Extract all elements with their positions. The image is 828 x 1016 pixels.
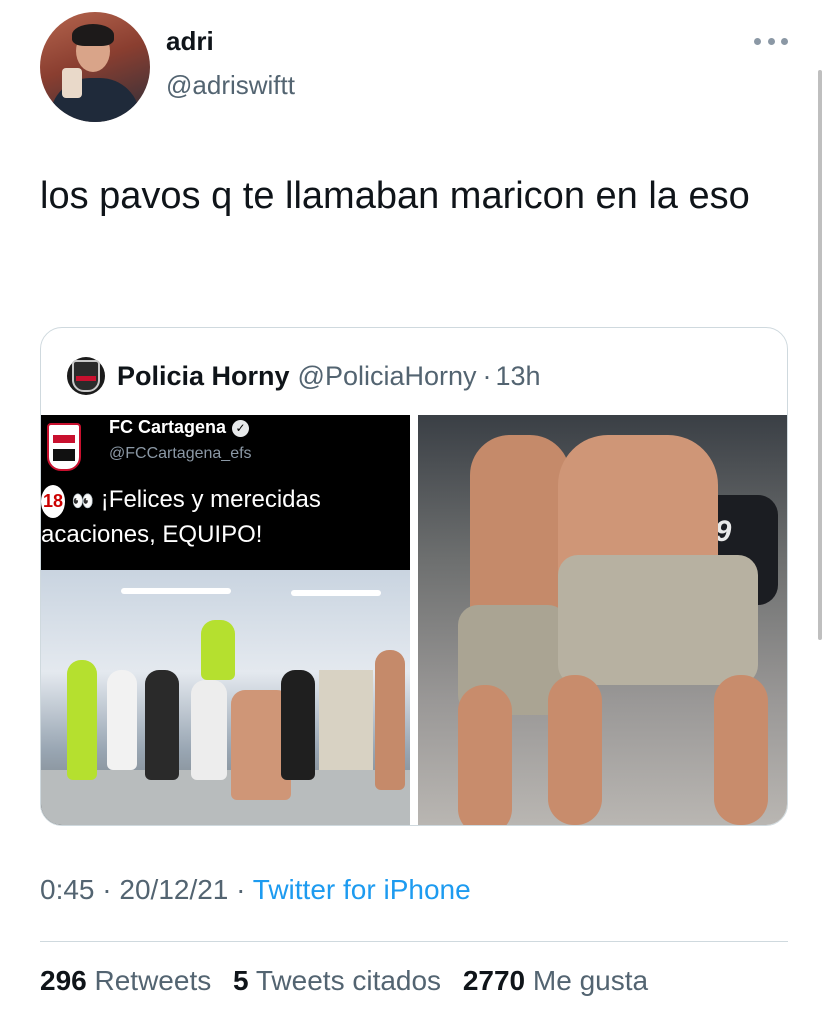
likes-stat[interactable]: 2770 Me gusta xyxy=(463,965,648,996)
ceiling-light xyxy=(121,588,231,594)
locker-room-floor xyxy=(41,770,410,825)
player xyxy=(201,620,235,680)
meta-separator: · xyxy=(236,874,246,905)
tweet-time: 0:45 xyxy=(40,874,95,905)
quoted-author-avatar[interactable] xyxy=(67,357,105,395)
player xyxy=(191,680,227,780)
author-handle[interactable]: @adriswiftt xyxy=(166,70,295,101)
quoted-author-handle[interactable]: @PoliciaHorny xyxy=(298,361,477,392)
verified-badge-icon: ✓ xyxy=(232,420,250,437)
quoted-tweet-header: Policia Horny @PoliciaHorny · 13h xyxy=(67,354,541,398)
player-leg xyxy=(458,685,512,825)
quoted-image-right[interactable]: 19 xyxy=(418,415,787,825)
tweet-stats: 296 Retweets 5 Tweets citados 2770 Me gu… xyxy=(40,965,648,997)
eyes-emoji: 👀 xyxy=(71,491,95,511)
fc-post-text: 18 👀 ¡Felices y merecidas acaciones, EQU… xyxy=(41,483,410,551)
fc-account-handle: @FCCartagena_efs xyxy=(109,445,252,462)
quoted-image-left[interactable]: FC Cartagena ✓ @FCCartagena_efs 18 👀 ¡Fel… xyxy=(41,415,410,825)
ellipsis-icon[interactable] xyxy=(754,38,788,48)
fc-post-line2: acaciones, EQUIPO! xyxy=(41,521,263,548)
quotes-stat[interactable]: 5 Tweets citados xyxy=(233,965,441,996)
quotes-count: 5 xyxy=(233,965,249,996)
fc-post-line1: ¡Felices y merecidas xyxy=(100,486,321,513)
retweets-stat[interactable]: 296 Retweets xyxy=(40,965,211,996)
author-avatar[interactable] xyxy=(40,12,150,122)
tweet-text: los pavos q te llamaban maricon en la es… xyxy=(40,175,750,217)
player xyxy=(67,660,97,780)
retweets-count: 296 xyxy=(40,965,87,996)
player xyxy=(375,650,405,790)
player xyxy=(281,670,315,780)
player xyxy=(107,670,137,770)
player-leg xyxy=(714,675,768,825)
towel xyxy=(319,670,373,770)
quoted-tweet[interactable]: Policia Horny @PoliciaHorny · 13h FC Car… xyxy=(40,327,788,826)
team-photo xyxy=(41,570,410,825)
likes-label: Me gusta xyxy=(532,965,649,996)
tweet-header: adri @adriswiftt xyxy=(40,12,788,122)
quoted-author-name[interactable]: Policia Horny xyxy=(117,361,290,392)
no-minors-emoji: 18 xyxy=(41,485,66,518)
scrollbar[interactable] xyxy=(818,70,822,640)
quoted-separator: · xyxy=(482,360,492,391)
likes-count: 2770 xyxy=(462,965,526,996)
quotes-label: Tweets citados xyxy=(255,965,442,996)
quoted-time[interactable]: 13h xyxy=(496,361,541,392)
avatar-phone xyxy=(62,68,82,98)
retweets-label: Retweets xyxy=(94,965,212,996)
avatar-figure-hair xyxy=(72,24,114,46)
author-name[interactable]: adri xyxy=(166,26,214,57)
tweet-meta: 0:45 · 20/12/21 · Twitter for iPhone xyxy=(40,874,471,906)
fc-account-name: FC Cartagena ✓ xyxy=(109,417,250,438)
towel xyxy=(558,555,758,685)
player xyxy=(145,670,179,780)
police-badge-icon xyxy=(72,360,100,392)
player-leg xyxy=(548,675,602,825)
tweet-source-link[interactable]: Twitter for iPhone xyxy=(253,874,471,905)
meta-separator: · xyxy=(102,874,112,905)
fc-account-name-text: FC Cartagena xyxy=(109,417,227,437)
divider xyxy=(40,941,788,942)
fc-cartagena-crest-icon xyxy=(47,423,81,471)
tweet-date: 20/12/21 xyxy=(119,874,229,905)
ceiling-light xyxy=(291,590,381,596)
